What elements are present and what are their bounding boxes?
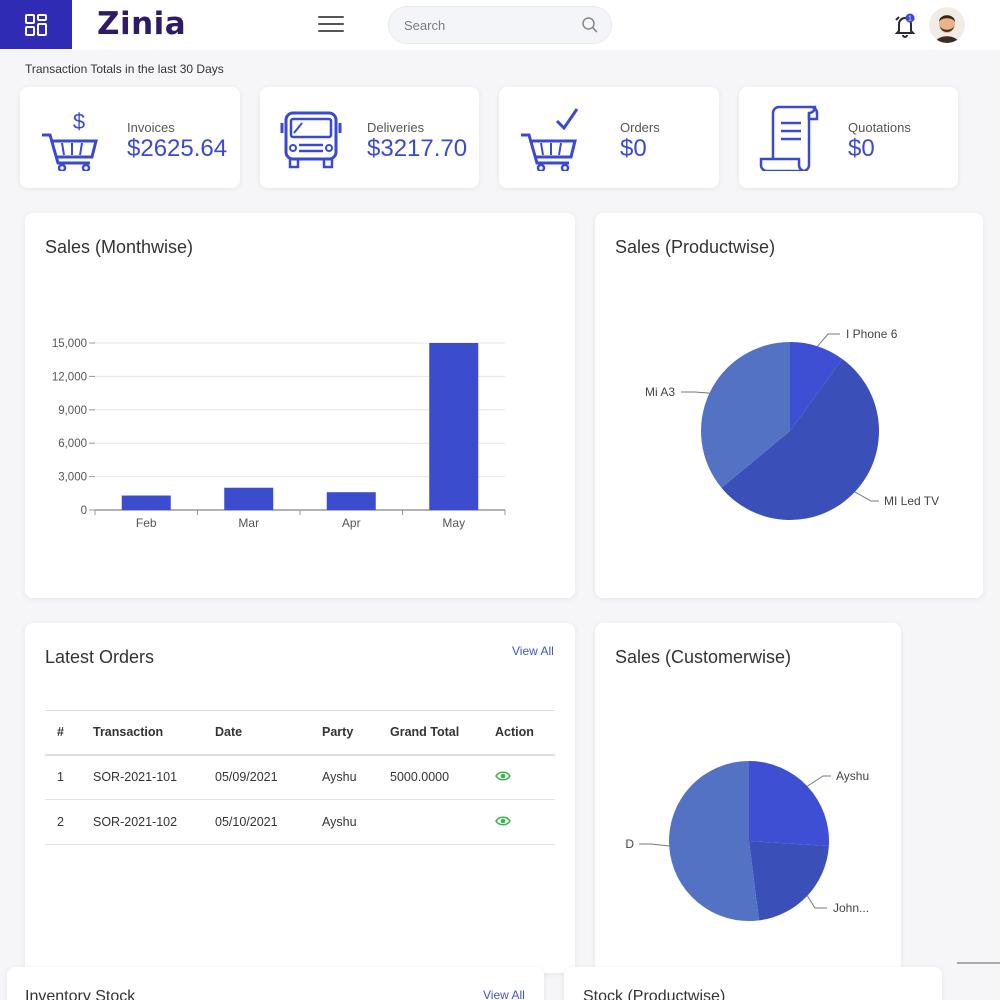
y-tick-label: 15,000 <box>52 338 87 350</box>
pie-leader-line <box>854 491 879 502</box>
grid-icon <box>25 13 47 36</box>
pie-leader-line <box>807 775 831 787</box>
y-tick-label: 12,000 <box>52 371 87 383</box>
search-icon[interactable] <box>581 16 599 34</box>
pie-slice <box>749 761 829 847</box>
bar <box>326 492 376 510</box>
y-tick-label: 3,000 <box>58 472 87 484</box>
pie-label: Mi A3 <box>645 385 675 399</box>
search-input[interactable] <box>404 17 581 33</box>
cell-date: 05/09/2021 <box>203 754 310 800</box>
cell-party: Ayshu <box>310 799 378 845</box>
pie-leader-line <box>806 895 827 909</box>
pie-label: John... <box>833 901 869 915</box>
bus-icon <box>280 111 342 169</box>
cart-dollar-icon: $ <box>42 109 98 171</box>
top-header: Zinia 1 <box>0 0 1000 50</box>
y-tick-label: 6,000 <box>58 438 87 450</box>
cell-date: 05/10/2021 <box>203 799 310 845</box>
column-header: Grand Total <box>378 710 483 756</box>
view-eye-icon[interactable] <box>495 770 511 782</box>
x-tick-label: Feb <box>136 516 157 530</box>
stat-label: Orders <box>620 120 660 135</box>
x-tick-label: Apr <box>342 516 361 530</box>
notification-bell-icon[interactable]: 1 <box>891 11 919 39</box>
pie-leader-line <box>639 843 670 847</box>
column-header: Party <box>310 710 378 756</box>
stock-productwise-panel: Stock (Productwise) <box>564 967 942 1000</box>
pie-slice <box>669 761 760 921</box>
cart-check-icon <box>521 108 579 171</box>
panel-title: Stock (Productwise) <box>583 988 726 1000</box>
orders-table: # Transaction Date Party Grand Total Act… <box>45 710 555 845</box>
cell-index: 2 <box>45 799 81 845</box>
panel-title: Latest Orders <box>45 647 155 667</box>
stat-label: Deliveries <box>367 120 425 135</box>
app-logo[interactable]: Zinia <box>97 6 186 42</box>
cell-grand-total <box>378 799 483 845</box>
search-bar <box>388 6 612 44</box>
quotations-card[interactable]: Quotations $0 <box>739 87 958 188</box>
user-avatar[interactable] <box>929 7 965 43</box>
invoices-card[interactable]: $ Invoices $2625.64 <box>20 87 240 188</box>
table-row[interactable]: 2 SOR-2021-102 05/10/2021 Ayshu <box>45 799 555 845</box>
cell-transaction: SOR-2021-102 <box>81 799 203 845</box>
stat-label: Invoices <box>127 120 175 135</box>
cell-action <box>483 799 555 845</box>
scroll-indicator <box>957 962 1000 964</box>
y-tick-label: 9,000 <box>58 405 87 417</box>
pie-leader-line <box>681 391 710 394</box>
pie-label: I Phone 6 <box>846 327 898 341</box>
stat-value: $0 <box>620 135 647 162</box>
bar <box>121 495 171 510</box>
productwise-pie-chart: I Phone 6 MI Led TV Mi A3 <box>645 327 939 520</box>
customerwise-pie-chart: Ayshu John... D <box>625 761 869 921</box>
x-tick-label: Mar <box>238 516 259 530</box>
panel-title: Inventory Stock <box>25 988 136 1000</box>
stat-value: $3217.70 <box>367 135 468 162</box>
view-eye-icon[interactable] <box>495 815 511 827</box>
svg-text:$: $ <box>73 109 85 134</box>
table-row[interactable]: 1 SOR-2021-101 05/09/2021 Ayshu 5000.000… <box>45 754 555 800</box>
scroll-document-icon <box>759 105 819 171</box>
monthwise-bar-chart: 0 3,000 6,000 9,000 12,000 15,000 Feb Mar Apr May <box>52 338 506 530</box>
column-header: Transaction <box>81 710 203 756</box>
y-tick-label: 0 <box>81 505 87 517</box>
orders-card[interactable]: Orders $0 <box>499 87 719 188</box>
sales-monthwise-panel: Sales (Monthwise) 0 3,000 6,000 9,000 12,000… <box>25 213 575 598</box>
stat-value: $0 <box>848 135 875 162</box>
stat-value: $2625.64 <box>127 135 228 162</box>
cell-transaction: SOR-2021-101 <box>81 754 203 800</box>
cell-action <box>483 754 555 800</box>
cell-party: Ayshu <box>310 754 378 800</box>
inventory-stock-panel: Inventory Stock View All <box>7 967 544 1000</box>
notification-count: 1 <box>908 16 912 23</box>
view-all-orders-link[interactable]: View All <box>512 644 554 658</box>
pie-leader-line <box>817 333 840 347</box>
latest-orders-panel: Latest Orders View All # Transaction Dat… <box>25 623 575 973</box>
sales-productwise-panel: Sales (Productwise) I Phone 6 MI Led TV Mi… <box>595 213 983 598</box>
pie-label: Ayshu <box>836 769 869 783</box>
pie-label: D <box>625 837 634 851</box>
apps-menu-button[interactable] <box>0 0 72 49</box>
x-tick-label: May <box>442 516 465 530</box>
totals-caption: Transaction Totals in the last 30 Days <box>25 62 224 76</box>
column-header: Date <box>203 710 310 756</box>
cell-grand-total: 5000.0000 <box>378 754 483 800</box>
view-all-inventory-link[interactable]: View All <box>483 988 525 1000</box>
deliveries-card[interactable]: Deliveries $3217.70 <box>260 87 479 188</box>
table-header-row: # Transaction Date Party Grand Total Act… <box>45 710 555 756</box>
stat-label: Quotations <box>848 120 911 135</box>
cell-index: 1 <box>45 754 81 800</box>
column-header: Action <box>483 710 555 756</box>
column-header: # <box>45 710 81 756</box>
pie-label: MI Led TV <box>884 494 939 508</box>
sales-customerwise-panel: Sales (Customerwise) Ayshu John... D <box>595 623 901 973</box>
bar <box>224 487 274 510</box>
hamburger-menu-icon[interactable] <box>318 16 344 34</box>
bar <box>429 343 479 510</box>
